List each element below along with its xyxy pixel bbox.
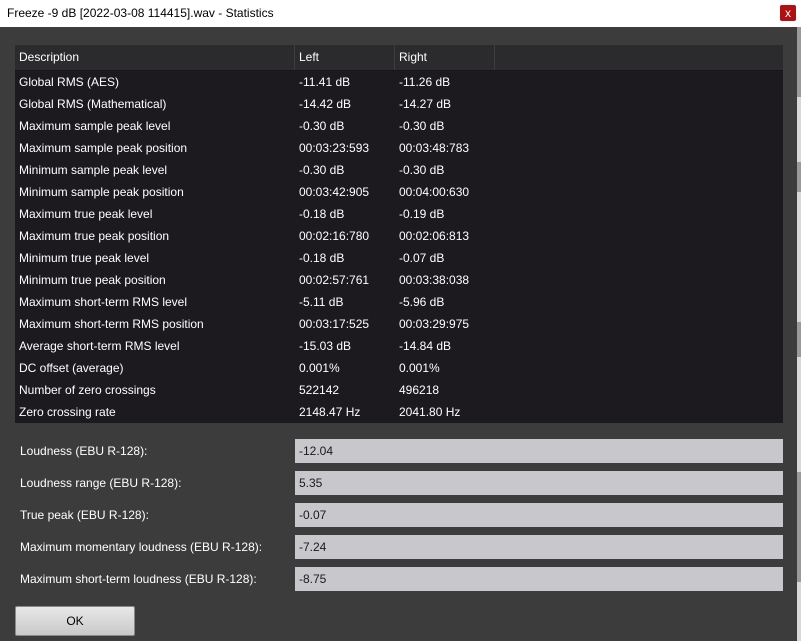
table-row[interactable]: Maximum true peak position 00:02:16:780 00… bbox=[15, 225, 783, 247]
loudness-value-field[interactable]: -12.04 bbox=[295, 439, 783, 463]
row-description: Maximum short-term RMS position bbox=[19, 317, 204, 331]
table-row[interactable]: Minimum true peak position 00:02:57:761 00… bbox=[15, 269, 783, 291]
row-left-value: 00:02:57:761 bbox=[299, 273, 370, 287]
row-right-value: -0.07 dB bbox=[399, 251, 445, 265]
row-description: Global RMS (Mathematical) bbox=[19, 97, 167, 111]
scrollbar-segment bbox=[797, 27, 801, 97]
table-row[interactable]: Maximum sample peak position 00:03:23:593… bbox=[15, 137, 783, 159]
row-right-value: 00:02:06:813 bbox=[399, 229, 470, 243]
table-row[interactable]: Number of zero crossings 522142 496218 bbox=[15, 379, 783, 401]
column-header-filler bbox=[495, 45, 783, 70]
table-row[interactable]: Maximum true peak level -0.18 dB -0.19 dB bbox=[15, 203, 783, 225]
row-left-value: 2148.47 Hz bbox=[299, 405, 361, 419]
row-description: Maximum sample peak level bbox=[19, 119, 171, 133]
row-left-value: -0.18 dB bbox=[299, 207, 345, 221]
row-right-value: -0.19 dB bbox=[399, 207, 445, 221]
table-header: Description Left Right bbox=[15, 45, 783, 71]
row-left-value: -11.41 dB bbox=[299, 75, 351, 89]
table-row[interactable]: Zero crossing rate 2148.47 Hz 2041.80 Hz bbox=[15, 401, 783, 423]
row-description: Minimum sample peak position bbox=[19, 185, 184, 199]
row-description: Minimum sample peak level bbox=[19, 163, 168, 177]
row-left-value: 0.001% bbox=[299, 361, 340, 375]
row-left-value: -15.03 dB bbox=[299, 339, 352, 353]
row-description: Zero crossing rate bbox=[19, 405, 116, 419]
loudness-row: Maximum short-term loudness (EBU R-128):… bbox=[15, 567, 783, 591]
table-row[interactable]: Global RMS (AES) -11.41 dB -11.26 dB bbox=[15, 71, 783, 93]
scrollbar-segment bbox=[797, 162, 801, 192]
row-description: Maximum true peak level bbox=[19, 207, 153, 221]
table-row[interactable]: Maximum short-term RMS position 00:03:17:… bbox=[15, 313, 783, 335]
row-right-value: 496218 bbox=[399, 383, 440, 397]
table-row[interactable]: Average short-term RMS level -15.03 dB -14… bbox=[15, 335, 783, 357]
row-description: DC offset (average) bbox=[19, 361, 124, 375]
table-row[interactable]: DC offset (average) 0.001% 0.001% bbox=[15, 357, 783, 379]
column-header-description[interactable]: Description bbox=[15, 45, 295, 70]
table-row[interactable]: Minimum sample peak position 00:03:42:905… bbox=[15, 181, 783, 203]
close-icon: x bbox=[785, 6, 791, 20]
table-body: Global RMS (AES) -11.41 dB -11.26 dB Global… bbox=[15, 71, 783, 423]
loudness-value-field[interactable]: -8.75 bbox=[295, 567, 783, 591]
row-right-value: 2041.80 Hz bbox=[399, 405, 461, 419]
row-left-value: -0.18 dB bbox=[299, 251, 345, 265]
row-left-value: -0.30 dB bbox=[299, 163, 345, 177]
row-description: Minimum true peak level bbox=[19, 251, 150, 265]
row-left-value: -0.30 dB bbox=[299, 119, 345, 133]
column-header-right[interactable]: Right bbox=[395, 45, 495, 70]
loudness-label: Loudness (EBU R-128): bbox=[20, 444, 148, 458]
table-row[interactable]: Minimum true peak level -0.18 dB -0.07 dB bbox=[15, 247, 783, 269]
row-left-value: 00:03:17:525 bbox=[299, 317, 370, 331]
loudness-value-field[interactable]: 5.35 bbox=[295, 471, 783, 495]
loudness-row: Loudness range (EBU R-128): 5.35 bbox=[15, 471, 783, 495]
loudness-value-field[interactable]: -7.24 bbox=[295, 535, 783, 559]
row-right-value: -11.26 dB bbox=[399, 75, 451, 89]
row-description: Maximum true peak position bbox=[19, 229, 170, 243]
row-right-value: 0.001% bbox=[399, 361, 440, 375]
row-description: Maximum sample peak position bbox=[19, 141, 188, 155]
row-right-value: -5.96 dB bbox=[399, 295, 445, 309]
row-right-value: 00:03:48:783 bbox=[399, 141, 470, 155]
row-right-value: -0.30 dB bbox=[399, 163, 445, 177]
row-right-value: 00:03:38:038 bbox=[399, 273, 470, 287]
row-right-value: -14.27 dB bbox=[399, 97, 452, 111]
row-left-value: 00:03:23:593 bbox=[299, 141, 370, 155]
statistics-table: Description Left Right Global RMS (AES) -… bbox=[15, 45, 783, 423]
loudness-label: True peak (EBU R-128): bbox=[20, 508, 149, 522]
table-row[interactable]: Global RMS (Mathematical) -14.42 dB -14.27… bbox=[15, 93, 783, 115]
column-header-left[interactable]: Left bbox=[295, 45, 395, 70]
ok-button[interactable]: OK bbox=[15, 606, 135, 636]
row-right-value: 00:04:00:630 bbox=[399, 185, 470, 199]
row-left-value: 00:02:16:780 bbox=[299, 229, 370, 243]
title-bar: Freeze -9 dB [2022-03-08 114415].wav - S… bbox=[0, 0, 801, 27]
loudness-row: Maximum momentary loudness (EBU R-128): -… bbox=[15, 535, 783, 559]
loudness-value-field[interactable]: -0.07 bbox=[295, 503, 783, 527]
table-row[interactable]: Maximum sample peak level -0.30 dB -0.30 d… bbox=[15, 115, 783, 137]
table-row[interactable]: Maximum short-term RMS level -5.11 dB -5.9… bbox=[15, 291, 783, 313]
row-description: Average short-term RMS level bbox=[19, 339, 180, 353]
scrollbar-track[interactable] bbox=[797, 27, 801, 641]
loudness-label: Maximum momentary loudness (EBU R-128): bbox=[20, 540, 263, 554]
loudness-row: Loudness (EBU R-128): -12.04 bbox=[15, 439, 783, 463]
row-left-value: -5.11 dB bbox=[299, 295, 344, 309]
loudness-label: Loudness range (EBU R-128): bbox=[20, 476, 182, 490]
row-right-value: -0.30 dB bbox=[399, 119, 445, 133]
row-description: Maximum short-term RMS level bbox=[19, 295, 188, 309]
scrollbar-segment bbox=[797, 322, 801, 357]
loudness-row: True peak (EBU R-128): -0.07 bbox=[15, 503, 783, 527]
loudness-label: Maximum short-term loudness (EBU R-128): bbox=[20, 572, 257, 586]
row-description: Minimum true peak position bbox=[19, 273, 166, 287]
scrollbar-segment bbox=[797, 472, 801, 582]
row-left-value: 522142 bbox=[299, 383, 340, 397]
row-description: Global RMS (AES) bbox=[19, 75, 120, 89]
row-description: Number of zero crossings bbox=[19, 383, 156, 397]
table-row[interactable]: Minimum sample peak level -0.30 dB -0.30 d… bbox=[15, 159, 783, 181]
row-right-value: 00:03:29:975 bbox=[399, 317, 470, 331]
row-right-value: -14.84 dB bbox=[399, 339, 452, 353]
row-left-value: 00:03:42:905 bbox=[299, 185, 370, 199]
row-left-value: -14.42 dB bbox=[299, 97, 352, 111]
window-title: Freeze -9 dB [2022-03-08 114415].wav - S… bbox=[7, 6, 274, 20]
close-button[interactable]: x bbox=[780, 5, 796, 21]
